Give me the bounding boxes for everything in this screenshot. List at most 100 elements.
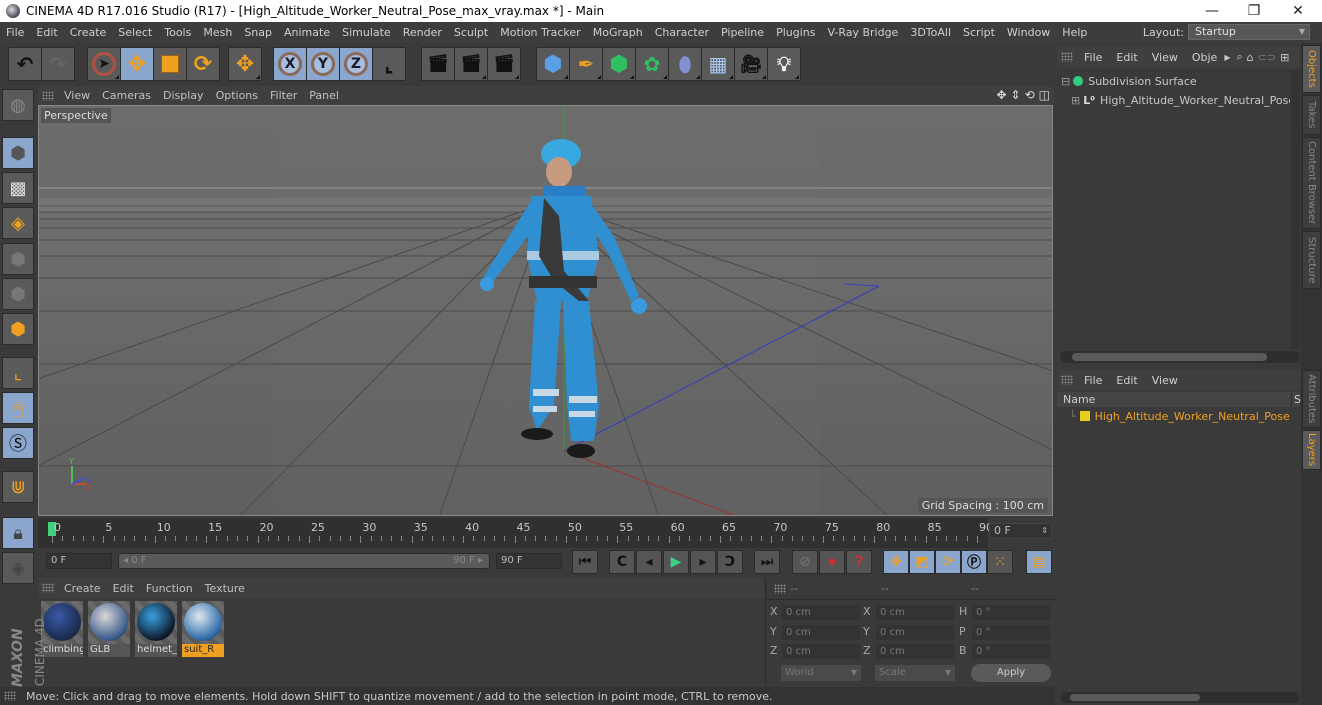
coordinate-mode-dropdown[interactable]: World ▼ xyxy=(781,665,861,681)
move-view-icon[interactable]: ✥ xyxy=(996,88,1006,102)
cloner-button[interactable]: ✿ xyxy=(636,48,668,80)
object-menu-objects[interactable]: Obje xyxy=(1185,51,1224,64)
keyframe-selection-button[interactable]: ❓︎ xyxy=(846,550,872,574)
next-key-button[interactable]: Ↄ xyxy=(717,550,743,574)
pen-spline-button[interactable]: ✒ xyxy=(570,48,602,80)
panel-grip-icon[interactable] xyxy=(774,584,786,594)
layer-row[interactable]: └ High_Altitude_Worker_Neutral_Pose xyxy=(1069,407,1290,425)
recent-tool-button[interactable]: ✥ xyxy=(229,48,261,80)
go-to-start-button[interactable]: ⏮ xyxy=(572,550,598,574)
close-button[interactable]: ✕ xyxy=(1276,0,1320,22)
menu-script[interactable]: Script xyxy=(957,26,1001,39)
end-frame-field[interactable]: 90 F xyxy=(496,553,562,569)
material-swatch-selected[interactable]: suit_R xyxy=(182,601,224,657)
floor-button[interactable]: ▦ xyxy=(702,48,734,80)
light-button[interactable]: 💡︎ xyxy=(768,48,800,80)
menu-select[interactable]: Select xyxy=(112,26,158,39)
new-panel-icon[interactable]: ⊞ xyxy=(1280,51,1289,64)
tab-layers[interactable]: Layers xyxy=(1302,430,1321,470)
go-to-end-button[interactable]: ⏭ xyxy=(754,550,780,574)
key-rotation-button[interactable]: ⟳ xyxy=(935,550,961,574)
tab-structure[interactable]: Structure xyxy=(1302,231,1321,289)
tab-takes[interactable]: Takes xyxy=(1302,95,1321,135)
material-menu-function[interactable]: Function xyxy=(140,582,199,595)
layer-menu-edit[interactable]: Edit xyxy=(1109,374,1144,387)
object-row[interactable]: ⊞ L⁰ High_Altitude_Worker_Neutral_Pose xyxy=(1071,91,1295,109)
material-swatch[interactable]: helmet_ xyxy=(135,601,177,657)
workplane-mode-button[interactable]: ◈ xyxy=(2,207,34,239)
rot-p-field[interactable]: 0 ° xyxy=(972,625,1050,640)
key-pla-button[interactable]: ⁙ xyxy=(987,550,1013,574)
object-menu-edit[interactable]: Edit xyxy=(1109,51,1144,64)
menu-overflow-arrow-icon[interactable]: ▶ xyxy=(1224,53,1230,62)
camera-button[interactable]: 🎥︎ xyxy=(735,48,767,80)
timeline-window-button[interactable]: ▤ xyxy=(1026,550,1052,574)
autokey-button[interactable]: ⏺ xyxy=(819,550,845,574)
next-frame-button[interactable]: ▸ xyxy=(690,550,716,574)
menu-animate[interactable]: Animate xyxy=(278,26,336,39)
z-axis-button[interactable]: Z xyxy=(340,48,372,80)
key-scale-button[interactable]: ◩ xyxy=(909,550,935,574)
key-position-button[interactable]: ✥ xyxy=(883,550,909,574)
minimize-button[interactable]: — xyxy=(1190,0,1234,22)
panel-grip-icon[interactable] xyxy=(42,583,54,593)
menu-snap[interactable]: Snap xyxy=(238,26,278,39)
render-settings-button[interactable]: 🎬︎ xyxy=(488,48,520,80)
stepper-icon[interactable]: ⇕ xyxy=(1041,524,1048,538)
soft-selection-button[interactable]: ◈ xyxy=(2,552,34,584)
pos-z-field[interactable]: 0 cm xyxy=(782,644,860,659)
size-y-field[interactable]: 0 cm xyxy=(876,625,954,640)
collapse-icon[interactable]: ⊟ xyxy=(1061,75,1070,88)
size-z-field[interactable]: 0 cm xyxy=(876,644,954,659)
bend-deformer-button[interactable]: ⬮ xyxy=(669,48,701,80)
menu-create[interactable]: Create xyxy=(64,26,113,39)
viewport-menu-filter[interactable]: Filter xyxy=(264,89,303,102)
scale-button[interactable] xyxy=(154,48,186,80)
move-button[interactable]: ✥ xyxy=(121,48,153,80)
polygons-mode-button[interactable]: ⬢ xyxy=(2,313,34,345)
undo-button[interactable]: ↶ xyxy=(9,48,41,80)
previous-frame-button[interactable]: ◂ xyxy=(636,550,662,574)
menu-edit[interactable]: Edit xyxy=(30,26,63,39)
material-swatch[interactable]: climbing xyxy=(41,601,83,657)
material-menu-edit[interactable]: Edit xyxy=(107,582,140,595)
record-keys-button[interactable]: ⊘ xyxy=(792,550,818,574)
subdivision-surface-button[interactable]: ⬢ xyxy=(603,48,635,80)
timeline-ruler[interactable]: 0 5 10 15 20 25 30 35 40 45 50 55 60 65 70 75 80 85 90 xyxy=(38,518,993,548)
apply-button[interactable]: Apply xyxy=(971,664,1051,682)
snapping-button[interactable]: Ⓢ xyxy=(2,427,34,459)
live-selection-button[interactable]: ➤ xyxy=(88,48,120,80)
object-menu-file[interactable]: File xyxy=(1077,51,1109,64)
menu-window[interactable]: Window xyxy=(1001,26,1056,39)
scrollbar-thumb[interactable] xyxy=(1070,694,1200,701)
make-editable-button[interactable]: ◍ xyxy=(2,89,34,121)
viewport-menu-view[interactable]: View xyxy=(58,89,96,102)
texture-mode-button[interactable]: ▩ xyxy=(2,172,34,204)
layer-horizontal-scrollbar[interactable] xyxy=(1060,692,1300,703)
zoom-view-icon[interactable]: ⇕ xyxy=(1011,88,1021,102)
size-x-field[interactable]: 0 cm xyxy=(876,605,954,620)
play-button[interactable]: ▶ xyxy=(663,550,689,574)
edges-mode-button[interactable]: ⬢ xyxy=(2,278,34,310)
frame-range-slider[interactable]: ◂ 0 F 90 F ▸ xyxy=(118,553,490,569)
redo-button[interactable]: ↷ xyxy=(42,48,74,80)
switch-layout-icon[interactable]: ◫ xyxy=(1039,88,1050,102)
coordinate-system-button[interactable]: ⌞ xyxy=(373,48,405,80)
rot-b-field[interactable]: 0 ° xyxy=(972,644,1050,659)
menu-mograph[interactable]: MoGraph xyxy=(587,26,649,39)
menu-motion-tracker[interactable]: Motion Tracker xyxy=(494,26,586,39)
restore-button[interactable]: ❐ xyxy=(1232,0,1276,22)
rot-h-field[interactable]: 0 ° xyxy=(972,605,1050,620)
menu-mesh[interactable]: Mesh xyxy=(197,26,238,39)
material-menu-create[interactable]: Create xyxy=(58,582,107,595)
key-param-button[interactable]: Ⓟ xyxy=(961,550,987,574)
menu-simulate[interactable]: Simulate xyxy=(336,26,397,39)
menu-plugins[interactable]: Plugins xyxy=(770,26,821,39)
points-mode-button[interactable]: ⬢ xyxy=(2,243,34,275)
camera-label[interactable]: Perspective xyxy=(41,108,111,123)
tweak-mode-button[interactable]: 🖱︎ xyxy=(2,392,34,424)
column-name-header[interactable]: Name xyxy=(1063,393,1095,406)
object-horizontal-scrollbar[interactable] xyxy=(1060,351,1300,363)
menu-sculpt[interactable]: Sculpt xyxy=(448,26,494,39)
scrollbar-thumb[interactable] xyxy=(1072,353,1267,361)
